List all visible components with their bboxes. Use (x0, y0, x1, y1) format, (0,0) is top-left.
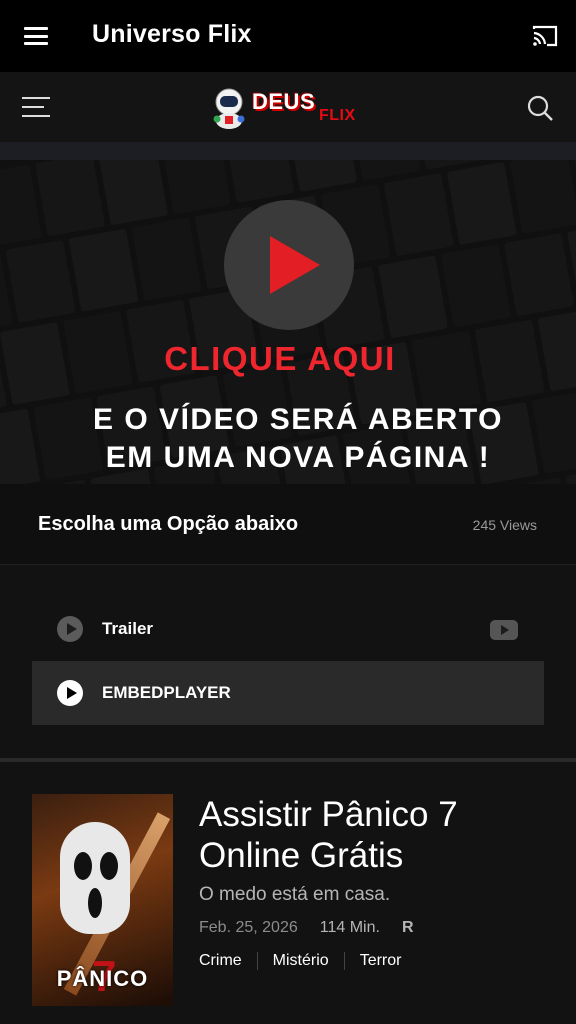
logo-sub-text: FLIX (319, 107, 356, 124)
play-circle-icon (57, 616, 83, 642)
banner-line-2: EM UMA NOVA PÁGINA ! (105, 441, 491, 474)
site-logo[interactable]: DEUS FLIX (204, 83, 374, 133)
rating-badge: R (401, 919, 414, 936)
play-circle-icon (57, 680, 83, 706)
menu-icon[interactable] (24, 27, 48, 45)
movie-poster[interactable]: 7 PÂNICO (32, 794, 173, 1006)
youtube-icon (490, 620, 518, 640)
site-menu-icon[interactable] (22, 97, 50, 117)
duration: 114 Min. (319, 919, 380, 936)
release-date: Feb. 25, 2026 (199, 919, 298, 936)
option-trailer[interactable]: Trailer (32, 597, 544, 661)
views-count: 245 Views (472, 517, 537, 533)
site-header: DEUS FLIX (0, 72, 576, 142)
option-label: EMBEDPLAYER (102, 683, 231, 702)
search-icon[interactable] (526, 94, 554, 122)
video-banner[interactable]: CLIQUE AQUI E O VÍDEO SERÁ ABERTO EM UMA… (0, 160, 576, 484)
movie-meta: Feb. 25, 2026 114 Min. R (199, 919, 414, 937)
options-heading: Escolha uma Opção abaixo (38, 513, 299, 535)
genre-list: Crime Mistério Terror (199, 952, 401, 970)
genre-link[interactable]: Terror (360, 952, 402, 970)
movie-title: Assistir Pânico 7 Online Grátis (199, 795, 458, 875)
ghostface-mask (60, 822, 130, 934)
logo-main-text: DEUS (252, 89, 316, 114)
banner-cta: CLIQUE AQUI (164, 340, 396, 377)
divider-strip (0, 142, 576, 160)
play-icon (270, 236, 320, 294)
genre-link[interactable]: Crime (199, 952, 242, 970)
options-header: Escolha uma Opção abaixo 245 Views (0, 484, 576, 565)
movie-info: 7 PÂNICO Assistir Pânico 7 Online Grátis… (0, 762, 576, 1024)
app-bar: Universo Flix (0, 0, 576, 72)
option-embedplayer[interactable]: EMBEDPLAYER (32, 661, 544, 725)
movie-tagline: O medo está em casa. (199, 884, 391, 905)
options-list: Trailer EMBEDPLAYER (0, 565, 576, 758)
option-label: Trailer (102, 619, 154, 638)
poster-title: PÂNICO (56, 966, 149, 991)
banner-line-1: E O VÍDEO SERÁ ABERTO (93, 403, 503, 436)
genre-link[interactable]: Mistério (273, 952, 329, 970)
app-title: Universo Flix (92, 20, 252, 48)
astronaut-icon (213, 88, 245, 129)
cast-icon[interactable] (532, 24, 558, 48)
